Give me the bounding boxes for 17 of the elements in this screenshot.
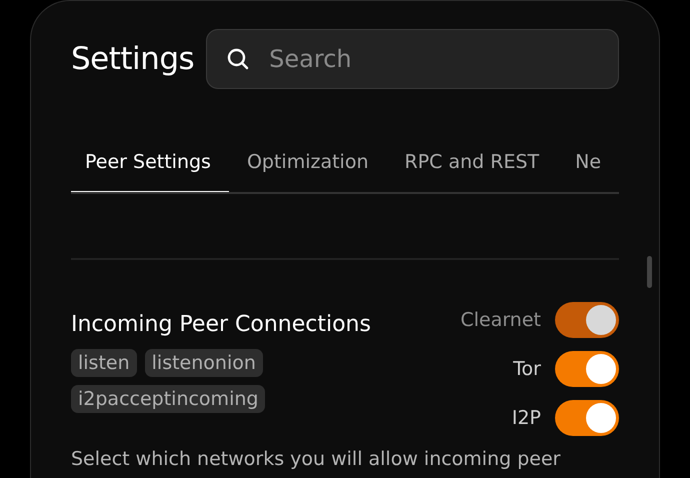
toggle-label: Tor	[513, 358, 541, 380]
tag: listen	[71, 349, 137, 377]
description-text: Select which networks you will allow incoming peer	[71, 448, 562, 470]
tag: i2pacceptincoming	[71, 385, 266, 413]
search-field[interactable]: Search	[206, 29, 619, 89]
tab[interactable]: Peer Settings	[71, 137, 229, 192]
tag: listenonion	[144, 349, 263, 377]
tab[interactable]: RPC and REST	[386, 137, 558, 192]
section-title: Incoming Peer Connections	[71, 312, 371, 337]
toggle-label: Clearnet	[460, 309, 541, 331]
page-title: Settings	[71, 41, 194, 77]
toggle-switch[interactable]	[555, 351, 619, 387]
tab[interactable]: Optimization	[228, 137, 386, 192]
toggle-label: I2P	[512, 407, 541, 429]
tab[interactable]: Ne	[557, 137, 619, 192]
toggle-switch[interactable]	[555, 400, 619, 436]
scrollbar-thumb[interactable]	[647, 256, 652, 288]
